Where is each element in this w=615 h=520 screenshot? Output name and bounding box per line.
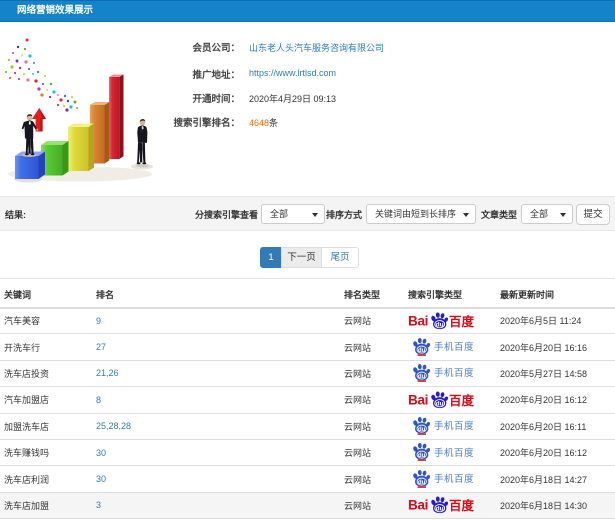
svg-text:百度: 百度 <box>449 393 474 408</box>
svg-text:du: du <box>418 346 426 353</box>
svg-text:百度: 百度 <box>449 498 474 513</box>
svg-text:du: du <box>418 478 426 485</box>
svg-text:Bai: Bai <box>408 498 428 513</box>
svg-text:du: du <box>436 506 444 513</box>
svg-text:du: du <box>436 322 444 329</box>
svg-text:du: du <box>436 400 444 407</box>
svg-text:百度: 百度 <box>449 314 474 329</box>
svg-text:Bai: Bai <box>408 313 428 328</box>
svg-text:du: du <box>418 452 426 459</box>
svg-text:du: du <box>418 373 426 380</box>
svg-text:Bai: Bai <box>408 392 428 407</box>
svg-text:du: du <box>418 426 426 433</box>
